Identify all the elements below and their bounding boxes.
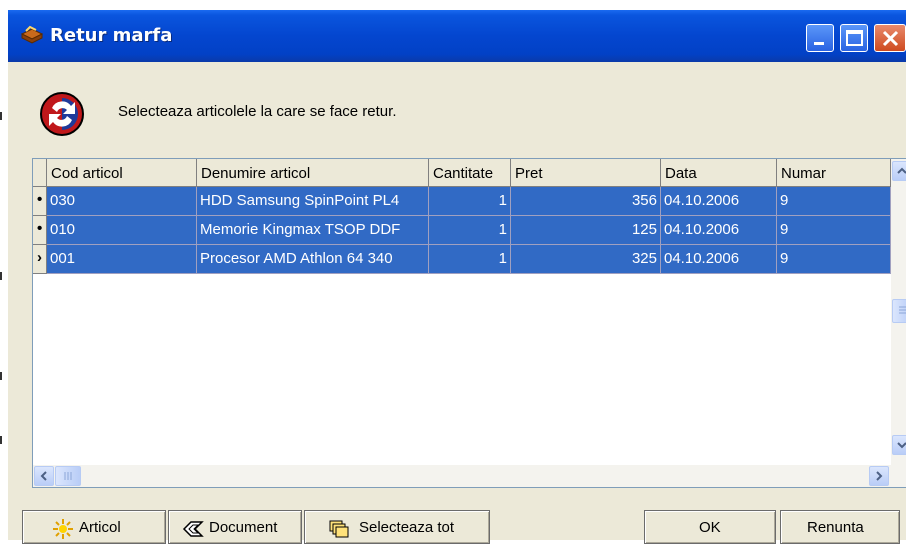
renunta-label: Renunta bbox=[807, 519, 864, 536]
minimize-button[interactable] bbox=[806, 24, 834, 52]
horizontal-scrollbar[interactable] bbox=[33, 465, 906, 487]
column-header-data[interactable]: Data bbox=[661, 159, 777, 187]
document-tag-icon bbox=[182, 521, 204, 537]
row-indicator[interactable]: • bbox=[33, 187, 47, 216]
cell-cantitate[interactable]: 1 bbox=[429, 216, 511, 245]
column-header-pret[interactable]: Pret bbox=[511, 159, 661, 187]
cell-pret[interactable]: 125 bbox=[511, 216, 661, 245]
column-header-cantitate[interactable]: Cantitate bbox=[429, 159, 511, 187]
row-indicator-header bbox=[33, 159, 47, 187]
cell-numar[interactable]: 9 bbox=[777, 216, 891, 245]
column-header-denumire-articol[interactable]: Denumire articol bbox=[197, 159, 429, 187]
close-icon bbox=[882, 30, 899, 47]
articol-label: Articol bbox=[79, 519, 121, 536]
scroll-right-button[interactable] bbox=[869, 466, 889, 486]
cell-cod-articol[interactable]: 010 bbox=[47, 216, 197, 245]
instruction-text: Selecteaza articolele la care se face re… bbox=[118, 103, 397, 120]
column-header-numar[interactable]: Numar bbox=[777, 159, 891, 187]
cell-cod-articol[interactable]: 001 bbox=[47, 245, 197, 274]
minimize-icon bbox=[814, 42, 824, 45]
selecteaza-tot-button[interactable]: Selecteaza tot bbox=[304, 510, 490, 544]
scroll-down-button[interactable] bbox=[892, 435, 906, 455]
folder-box-icon bbox=[20, 25, 44, 45]
cell-pret[interactable]: 356 bbox=[511, 187, 661, 216]
vertical-scroll-thumb[interactable] bbox=[892, 299, 906, 323]
articles-grid[interactable]: Cod articol Denumire articol Cantitate P… bbox=[32, 158, 906, 488]
ok-label: OK bbox=[699, 519, 721, 536]
cell-denumire-articol[interactable]: HDD Samsung SpinPoint PL4 bbox=[197, 187, 429, 216]
cell-data[interactable]: 04.10.2006 bbox=[661, 245, 777, 274]
document-button[interactable]: Document bbox=[168, 510, 302, 544]
background-strip bbox=[0, 0, 8, 540]
chevron-right-icon bbox=[876, 471, 883, 481]
window-title: Retur marfa bbox=[50, 25, 173, 46]
selecteaza-tot-label: Selecteaza tot bbox=[359, 519, 455, 536]
renunta-button[interactable]: Renunta bbox=[780, 510, 900, 544]
column-header-cod-articol[interactable]: Cod articol bbox=[47, 159, 197, 187]
cell-denumire-articol[interactable]: Memorie Kingmax TSOP DDF bbox=[197, 216, 429, 245]
row-indicator[interactable]: › bbox=[33, 245, 47, 274]
horizontal-scroll-thumb[interactable] bbox=[55, 466, 81, 486]
sun-star-icon bbox=[53, 519, 73, 539]
scroll-up-button[interactable] bbox=[892, 161, 906, 181]
chevron-up-icon bbox=[897, 167, 906, 174]
vertical-scrollbar[interactable] bbox=[891, 159, 906, 467]
grid-header: Cod articol Denumire articol Cantitate P… bbox=[33, 159, 891, 187]
cell-numar[interactable]: 9 bbox=[777, 187, 891, 216]
row-indicator[interactable]: • bbox=[33, 216, 47, 245]
document-label: Document bbox=[209, 519, 278, 536]
multiple-documents-icon bbox=[329, 520, 349, 538]
grip-icon bbox=[899, 306, 906, 314]
chevron-down-icon bbox=[897, 442, 906, 449]
chevron-left-icon bbox=[40, 471, 47, 481]
scroll-left-button[interactable] bbox=[34, 466, 54, 486]
cell-cod-articol[interactable]: 030 bbox=[47, 187, 197, 216]
title-bar[interactable]: Retur marfa bbox=[8, 10, 906, 62]
articol-button[interactable]: Articol bbox=[22, 510, 166, 544]
cell-numar[interactable]: 9 bbox=[777, 245, 891, 274]
cell-denumire-articol[interactable]: Procesor AMD Athlon 64 340 bbox=[197, 245, 429, 274]
grip-icon bbox=[64, 472, 72, 480]
cell-pret[interactable]: 325 bbox=[511, 245, 661, 274]
ok-button[interactable]: OK bbox=[644, 510, 776, 544]
retur-marfa-dialog: Retur marfa Selecteaza articolele la car… bbox=[8, 10, 906, 544]
maximize-icon bbox=[846, 30, 863, 46]
cell-data[interactable]: 04.10.2006 bbox=[661, 216, 777, 245]
screen-top-edge bbox=[0, 0, 906, 10]
cell-data[interactable]: 04.10.2006 bbox=[661, 187, 777, 216]
cell-cantitate[interactable]: 1 bbox=[429, 187, 511, 216]
refresh-return-icon bbox=[38, 90, 86, 138]
close-button[interactable] bbox=[874, 24, 906, 52]
cell-cantitate[interactable]: 1 bbox=[429, 245, 511, 274]
maximize-button[interactable] bbox=[840, 24, 868, 52]
